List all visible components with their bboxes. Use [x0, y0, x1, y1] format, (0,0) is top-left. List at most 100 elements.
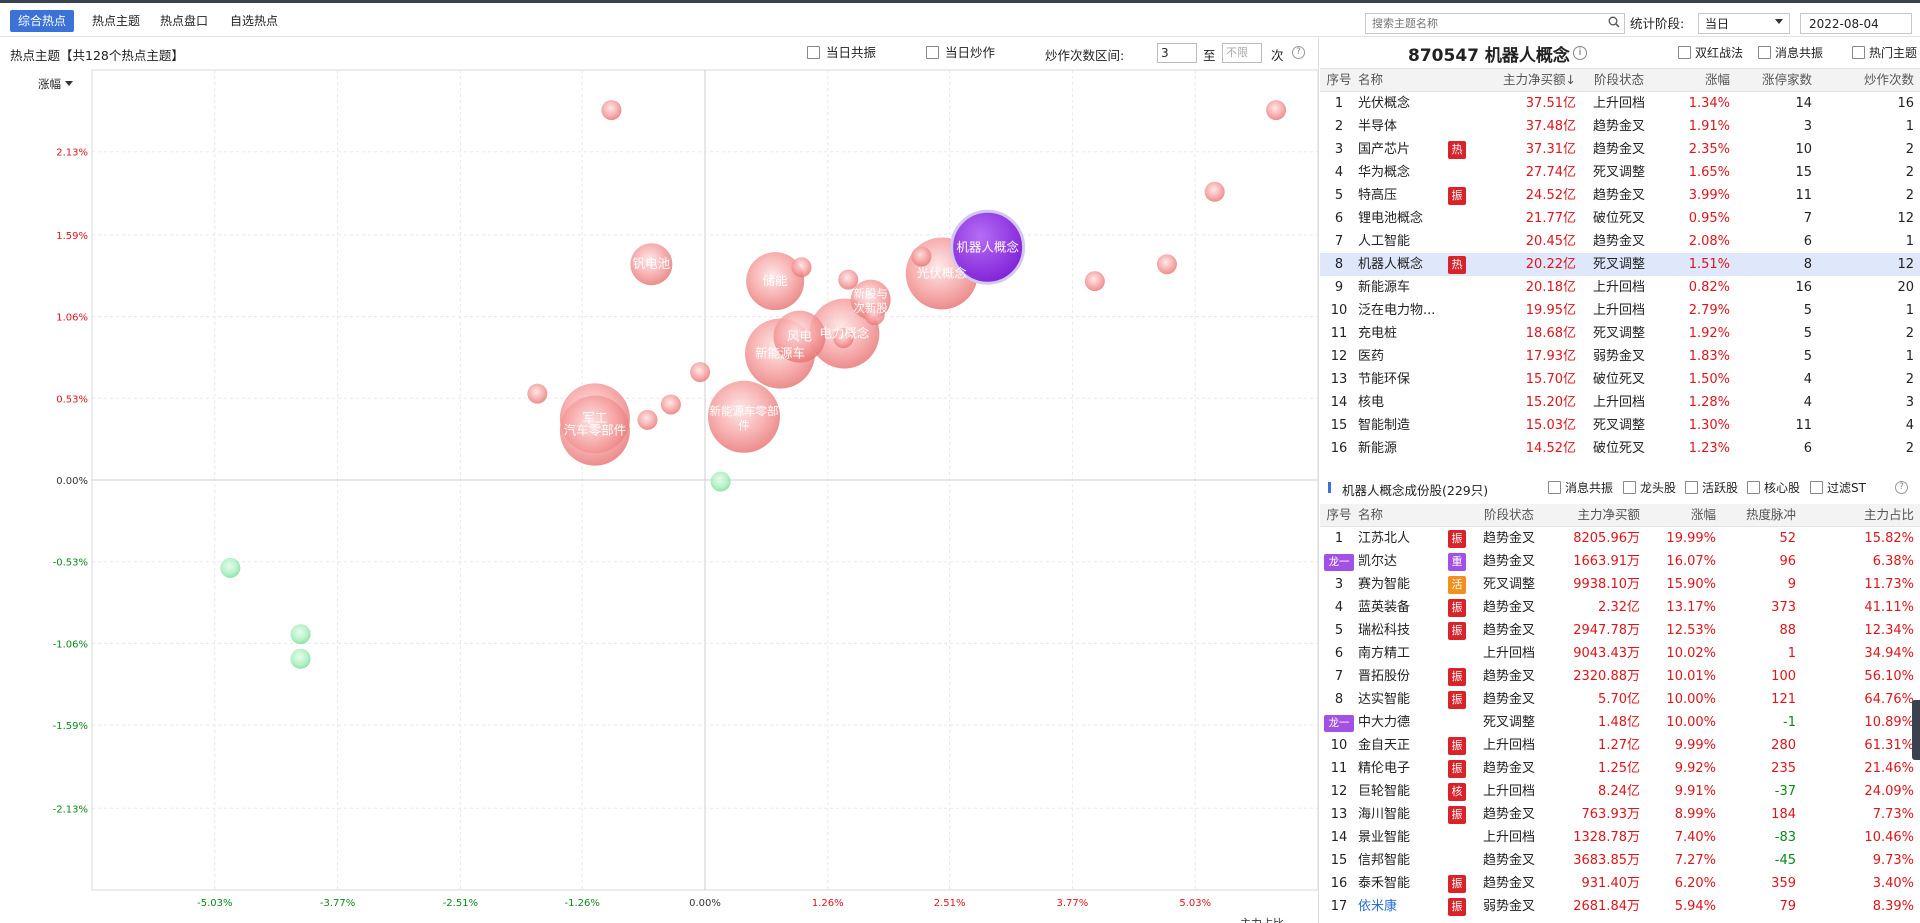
col-header-ratio[interactable]: 主力占比 [1796, 504, 1920, 527]
tab-overview-hot[interactable]: 综合热点 [10, 10, 75, 32]
theme-row[interactable]: 5 特高压 振 24.52亿 趋势金叉 3.99% 11 2 [1320, 184, 1920, 207]
bubble[interactable] [660, 394, 681, 415]
theme-row[interactable]: 4 华为概念 27.74亿 死叉调整 1.65% 15 2 [1320, 161, 1920, 184]
stock-row[interactable]: 13 海川智能 振 趋势金叉 763.93万 8.99% 184 7.73% [1320, 803, 1920, 826]
col-header-net-buy[interactable]: 主力净买额↓ [1488, 69, 1576, 92]
theme-row[interactable]: 3 国产芯片 热 37.31亿 趋势金叉 2.35% 10 2 [1320, 138, 1920, 161]
filter-news-checkbox[interactable]: 消息共振 [1548, 480, 1613, 496]
theme-row[interactable]: 6 锂电池概念 21.77亿 破位死叉 0.95% 7 12 [1320, 207, 1920, 230]
bubble[interactable] [1156, 254, 1177, 275]
bubble[interactable] [290, 648, 311, 669]
col-header-hype-count[interactable]: 炒作次数 [1812, 69, 1920, 92]
stock-row[interactable]: 6 南方精工 上升回档 9043.43万 10.02% 1 34.94% [1320, 642, 1920, 665]
bubble[interactable] [791, 257, 812, 278]
date-field[interactable]: 2022-08-04 [1800, 13, 1912, 34]
stock-row[interactable]: 3 赛为智能 活 死叉调整 9938.10万 15.90% 9 11.73% [1320, 573, 1920, 596]
bubble[interactable] [1084, 271, 1105, 292]
stock-row[interactable]: 1 江苏北人 振 趋势金叉 8205.96万 19.99% 52 15.82% [1320, 527, 1920, 551]
checkbox-box[interactable] [1623, 481, 1636, 494]
theme-row[interactable]: 7 人工智能 20.45亿 趋势金叉 2.08% 6 1 [1320, 230, 1920, 253]
stage: 弱势金叉 [1592, 349, 1645, 364]
checkbox-box[interactable] [1747, 481, 1760, 494]
bubble[interactable] [290, 624, 311, 645]
bubble[interactable] [220, 557, 241, 578]
stock-row[interactable]: 5 瑞松科技 振 趋势金叉 2947.78万 12.53% 88 12.34% [1320, 619, 1920, 642]
checkbox-box[interactable] [807, 46, 820, 59]
stock-row[interactable]: 15 信邦智能 趋势金叉 3683.85万 7.27% -45 9.73% [1320, 849, 1920, 872]
checkbox-box[interactable] [1852, 46, 1865, 59]
theme-row[interactable]: 14 核电 15.20亿 上升回档 1.28% 4 3 [1320, 391, 1920, 414]
stock-row[interactable]: 7 晋拓股份 振 趋势金叉 2320.88万 10.01% 100 56.10% [1320, 665, 1920, 688]
col-header-index[interactable]: 序号 [1320, 69, 1358, 92]
col-header-change[interactable]: 涨幅 [1662, 69, 1730, 92]
theme-row[interactable]: 10 泛在电力物... 19.95亿 上升回档 2.79% 5 1 [1320, 299, 1920, 322]
col-header-limit-up-count[interactable]: 涨停家数 [1730, 69, 1812, 92]
theme-row[interactable]: 13 节能环保 15.70亿 破位死叉 1.50% 4 2 [1320, 368, 1920, 391]
bubble[interactable] [1204, 181, 1225, 202]
col-header-net-buy[interactable]: 主力净买额 [1544, 504, 1640, 527]
news-resonance-checkbox[interactable]: 消息共振 [1758, 45, 1823, 61]
theme-row[interactable]: 11 充电桩 18.68亿 死叉调整 1.92% 5 2 [1320, 322, 1920, 345]
stock-row[interactable]: 龙一 中大力德 死叉调整 1.48亿 10.00% -1 10.89% [1320, 711, 1920, 734]
search-input[interactable] [1365, 13, 1625, 34]
stock-row[interactable]: 4 蓝英装备 振 趋势金叉 2.32亿 13.17% 373 41.11% [1320, 596, 1920, 619]
checkbox-box[interactable] [1758, 46, 1771, 59]
filter-active-checkbox[interactable]: 活跃股 [1685, 480, 1738, 496]
stock-row[interactable]: 龙一 凯尔达 重 趋势金叉 1663.91万 16.07% 96 6.38% [1320, 550, 1920, 573]
stock-row[interactable]: 8 达实智能 振 趋势金叉 5.70亿 10.00% 121 64.76% [1320, 688, 1920, 711]
checkbox-box[interactable] [926, 46, 939, 59]
col-header-stage[interactable]: 阶段状态 [1576, 69, 1662, 92]
bubble[interactable] [911, 246, 932, 267]
theme-name: 特高压 [1358, 188, 1398, 203]
y-axis-sort-dropdown[interactable]: 涨幅 [38, 76, 73, 92]
theme-row[interactable]: 16 新能源 14.52亿 破位死叉 1.23% 6 2 [1320, 437, 1920, 460]
col-header-change[interactable]: 涨幅 [1640, 504, 1716, 527]
theme-row[interactable]: 15 智能制造 15.03亿 死叉调整 1.30% 11 4 [1320, 414, 1920, 437]
theme-row[interactable]: 8 机器人概念热 20.22亿 死叉调整 1.51% 8 12 [1320, 253, 1920, 276]
stock-row[interactable]: 16 泰禾智能 振 趋势金叉 931.40万 6.20% 359 3.40% [1320, 872, 1920, 895]
side-scroll-handle[interactable] [1912, 700, 1920, 760]
bubble[interactable] [710, 471, 731, 492]
col-header-stage[interactable]: 阶段状态 [1474, 504, 1544, 527]
checkbox-box[interactable] [1678, 46, 1691, 59]
col-header-name[interactable]: 名称 [1358, 504, 1448, 527]
stock-row[interactable]: 10 金自天正 振 上升回档 1.27亿 9.99% 280 61.31% [1320, 734, 1920, 757]
checkbox-box[interactable] [1810, 481, 1823, 494]
heat-pulse: 100 [1771, 669, 1796, 684]
filter-core-checkbox[interactable]: 核心股 [1747, 480, 1800, 496]
theme-row[interactable]: 12 医药 17.93亿 弱势金叉 1.83% 5 1 [1320, 345, 1920, 368]
bubble[interactable] [527, 383, 548, 404]
col-header-index[interactable]: 序号 [1320, 504, 1358, 527]
tab-custom-hot[interactable]: 自选热点 [222, 10, 286, 32]
tab-hot-themes[interactable]: 热点主题 [84, 10, 148, 32]
bubble[interactable] [690, 362, 711, 383]
search-icon[interactable] [1608, 16, 1620, 28]
checkbox-box[interactable] [1685, 481, 1698, 494]
info-icon[interactable]: i [1573, 46, 1587, 60]
stock-row[interactable]: 11 精伦电子 振 趋势金叉 1.25亿 9.92% 235 21.46% [1320, 757, 1920, 780]
theme-row[interactable]: 9 新能源车 20.18亿 上升回档 0.82% 16 20 [1320, 276, 1920, 299]
stat-period-select[interactable]: 当日 [1698, 13, 1790, 34]
tab-hot-board[interactable]: 热点盘口 [152, 10, 216, 32]
double-red-checkbox[interactable]: 双红战法 [1678, 45, 1743, 61]
bubble[interactable] [601, 100, 622, 121]
stock-row[interactable]: 12 巨轮智能 核 上升回档 8.24亿 9.91% -37 24.09% [1320, 780, 1920, 803]
bubble[interactable] [1266, 100, 1287, 121]
col-header-name[interactable]: 名称 [1358, 69, 1448, 92]
same-day-hype-checkbox[interactable]: 当日炒作 [926, 45, 995, 61]
stock-row[interactable]: 17 依米康 振 弱势金叉 2681.84万 5.94% 79 8.39% [1320, 895, 1920, 918]
stock-row[interactable]: 14 景业智能 上升回档 1328.78万 7.40% -83 10.46% [1320, 826, 1920, 849]
col-header-heat[interactable]: 热度脉冲 [1716, 504, 1796, 527]
panel-splitter[interactable] [1318, 37, 1319, 923]
filter-st-checkbox[interactable]: 过滤ST [1810, 480, 1866, 496]
row-index: 6 [1334, 211, 1344, 226]
theme-row[interactable]: 2 半导体 37.48亿 趋势金叉 1.91% 3 1 [1320, 115, 1920, 138]
same-day-resonance-checkbox[interactable]: 当日共振 [807, 45, 876, 61]
bubble[interactable] [637, 409, 658, 430]
filter-leader-checkbox[interactable]: 龙头股 [1623, 480, 1676, 496]
help-icon[interactable]: ? [1895, 481, 1908, 494]
checkbox-box[interactable] [1548, 481, 1561, 494]
theme-row[interactable]: 1 光伏概念 37.51亿 上升回档 1.34% 14 16 [1320, 92, 1920, 116]
help-icon[interactable]: ? [1292, 46, 1305, 59]
hot-theme-checkbox[interactable]: 热门主题 [1852, 45, 1917, 61]
